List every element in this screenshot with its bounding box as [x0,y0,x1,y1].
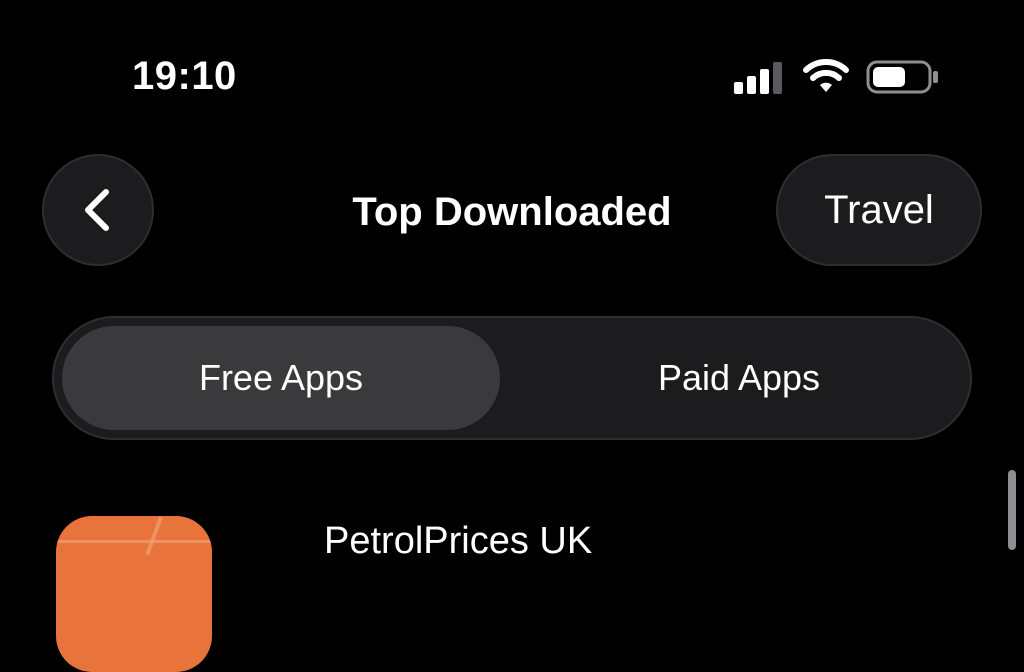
segment-paid-apps[interactable]: Paid Apps [514,326,964,430]
app-icon[interactable] [56,516,212,672]
status-time: 19:10 [132,54,237,98]
list-item[interactable]: PetrolPrices UK [0,500,1024,672]
page-title: Top Downloaded [352,190,672,234]
segment-free-apps[interactable]: Free Apps [62,326,500,430]
chevron-left-icon [85,189,109,231]
segmented-control: Free Apps Paid Apps [52,316,972,440]
wifi-icon [803,59,849,92]
status-bar: 19:10 [0,0,1024,140]
cellular-signal-icon [734,62,782,94]
back-button[interactable] [42,154,154,266]
nav-header: Top Downloaded Travel [0,150,1024,274]
app-name: PetrolPrices UK [324,520,593,562]
battery-icon [866,60,938,94]
category-button[interactable]: Travel [776,154,982,266]
